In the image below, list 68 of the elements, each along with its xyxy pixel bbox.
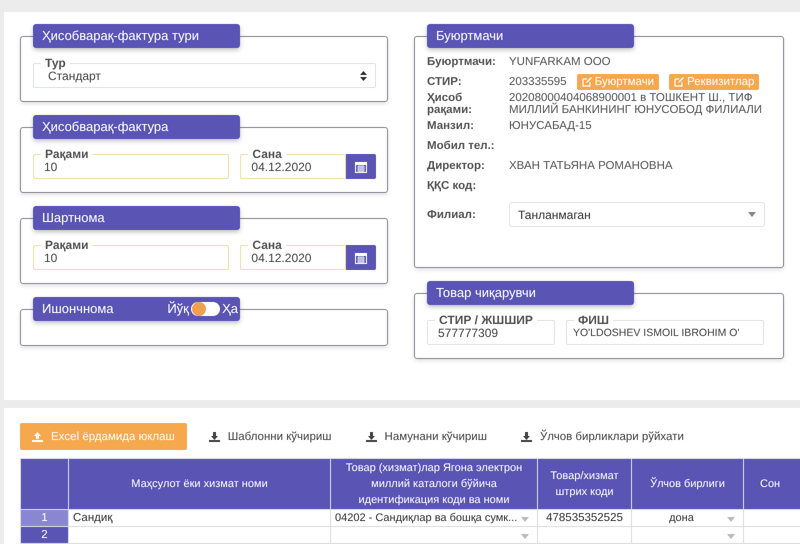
- download-link[interactable]: Ўлчов бирликлари рўйхати: [508, 423, 696, 450]
- caret-icon: [727, 517, 735, 522]
- column-header: Товар/хизмат штрих коди: [538, 458, 632, 510]
- branch-select[interactable]: Танланмаган: [509, 202, 765, 227]
- section-title: Буюртмачи: [427, 24, 634, 48]
- calendar-button[interactable]: [346, 245, 376, 270]
- download-link[interactable]: Шаблонни кўчириш: [196, 423, 344, 450]
- section-title: Ишончнома: [42, 300, 115, 318]
- field-label: СТИР / ЖШШИР: [435, 314, 537, 326]
- column-header: Ўлчов бирлиги: [632, 458, 744, 510]
- table-cell: Сандиқ: [68, 510, 330, 526]
- calendar-button[interactable]: [346, 154, 376, 179]
- field-value: Стандарт: [48, 68, 101, 82]
- row-number: 1: [20, 510, 68, 526]
- field-label: Рақами: [41, 239, 92, 251]
- edit-icon: [674, 77, 684, 87]
- field-value: 04.12.2020: [251, 160, 312, 174]
- upload-icon: [32, 432, 43, 442]
- info-label: Буюртмачи:: [427, 56, 497, 68]
- header-cell: [20, 458, 68, 510]
- caret-icon: [727, 534, 735, 539]
- download-icon: [208, 432, 220, 442]
- field-value: YO'LDOSHEV ISMOIL IBROHIM O': [573, 326, 740, 338]
- column-header: Маҳсулот ёки хизмат номи: [68, 458, 330, 510]
- toggle-label: Ҳа: [222, 300, 238, 318]
- section-title: Товар чиқарувчи: [427, 281, 634, 305]
- info-label: Манзил:: [427, 120, 475, 132]
- info-label: Мобил тел.:: [427, 140, 496, 152]
- field-label: Рақами: [41, 148, 92, 160]
- toggle-switch[interactable]: [190, 302, 220, 316]
- caret-icon: [748, 212, 756, 217]
- table-cell: 478535352525: [538, 510, 632, 526]
- row-number: 2: [20, 526, 68, 544]
- caret-icon: [521, 517, 529, 522]
- info-value: 203335595: [509, 76, 567, 88]
- edit-icon: [582, 77, 592, 87]
- sort-icon: [360, 70, 367, 80]
- download-icon: [366, 432, 377, 442]
- section-title: Шартнома: [33, 206, 240, 230]
- info-value: 20208000404068900001 в ТОШКЕНТ Ш., ТИФ МИЛЛИЙ БАНКИНИНГ ЮНУСОБОД ФИЛИАЛИ: [509, 92, 764, 116]
- catalog-select[interactable]: 04202 - Сандиқлар ва бошқа сумк...: [330, 510, 538, 526]
- unit-select[interactable]: дона: [632, 510, 744, 526]
- section-title: Ҳисобварақ-фактура тури: [33, 24, 240, 48]
- info-label: СТИР:: [427, 76, 463, 88]
- toggle-label: Йўқ: [167, 300, 189, 318]
- field-label: Тур: [41, 57, 70, 69]
- info-value: ЮНУСАБАД-15: [509, 120, 592, 132]
- info-value: ХВАН ТАТЬЯНА РОМАНОВНА: [509, 160, 673, 172]
- download-icon: [520, 432, 532, 442]
- field-value: 577777309: [438, 326, 498, 340]
- calendar-icon: [355, 160, 368, 172]
- calendar-icon: [355, 252, 368, 264]
- field-value: 10: [44, 160, 58, 174]
- download-link[interactable]: Намунани кўчириш: [354, 423, 499, 450]
- caret-icon: [521, 534, 529, 539]
- info-value: YUNFARKAM OOO: [509, 56, 611, 68]
- section-title: Ҳисобварақ-фактура: [33, 115, 240, 139]
- info-label: ҚҚС код:: [427, 180, 478, 192]
- field-label: ФИШ: [574, 314, 613, 326]
- field-value: 04.12.2020: [251, 250, 312, 264]
- info-label: Ҳисоб рақами:: [427, 92, 473, 116]
- column-header: Товар (хизмат)лар Ягона электрон миллий каталоги бўйича идентификация коди ва номи: [330, 458, 538, 510]
- field-label: Сана: [248, 148, 286, 160]
- info-label: Филиал:: [427, 208, 477, 220]
- field-label: Сана: [248, 239, 286, 251]
- field-value: 10: [44, 250, 58, 264]
- info-label: Директор:: [427, 160, 486, 172]
- column-header: Сон: [744, 458, 800, 510]
